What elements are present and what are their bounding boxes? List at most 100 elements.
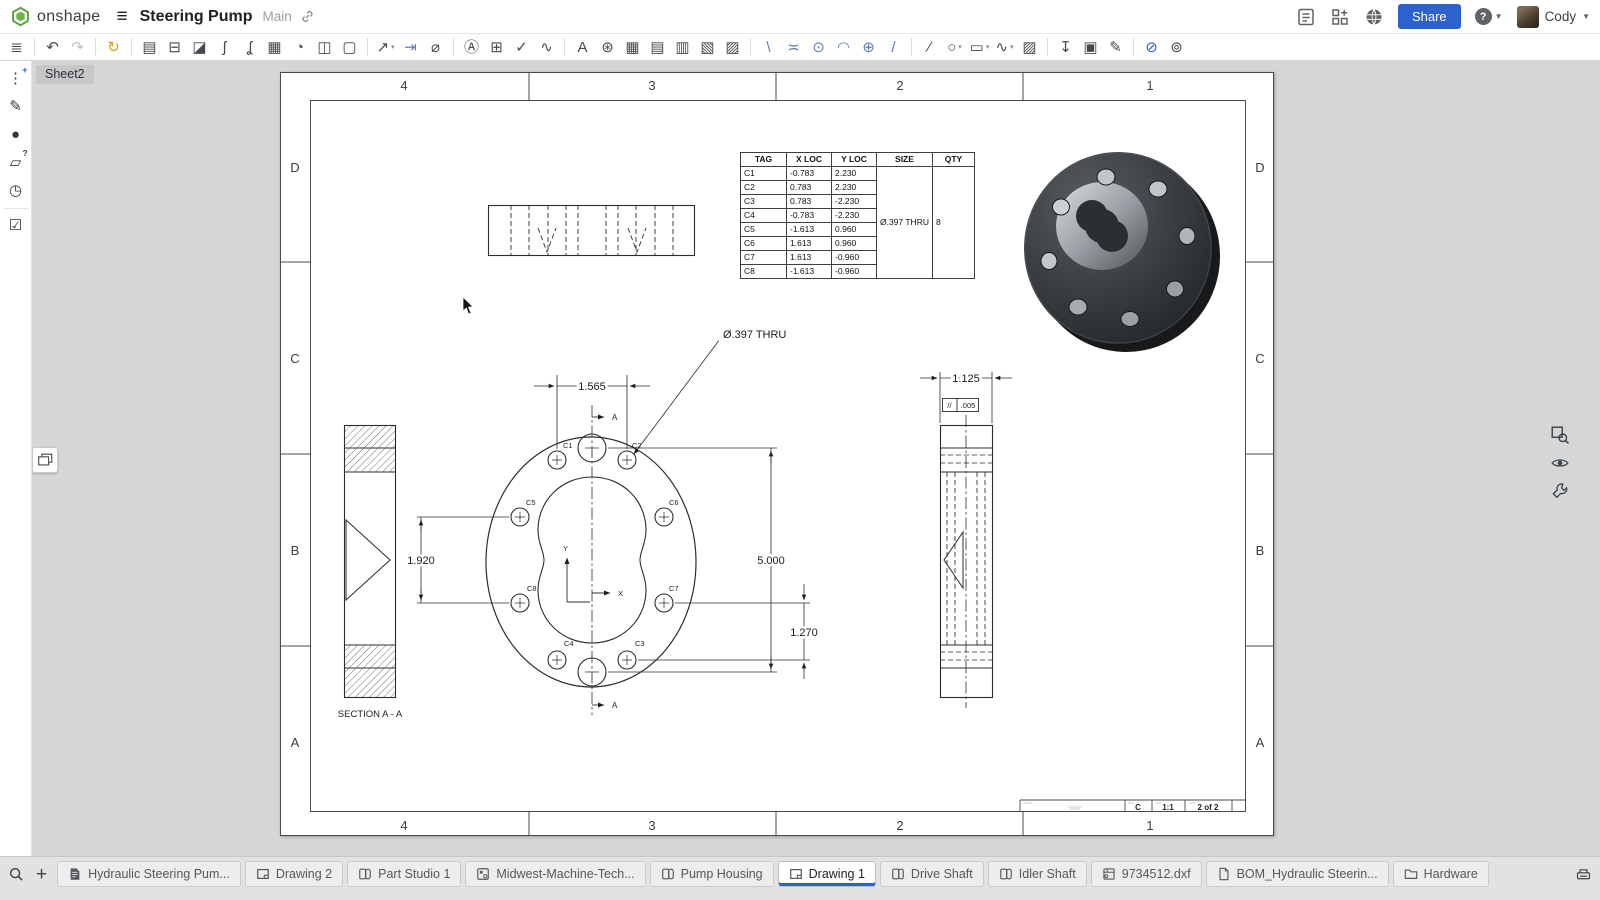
text-icon[interactable]: A (570, 36, 595, 59)
tab-drawing-1[interactable]: Drawing 1 (778, 861, 876, 887)
point-icon[interactable]: \ (756, 36, 781, 59)
sketch-pencil-icon[interactable]: ✎ (1103, 36, 1128, 59)
section-view-icon[interactable]: ʃ (212, 36, 237, 59)
surface-finish-icon[interactable]: ∿ (534, 36, 559, 59)
tab-label: Part Studio 1 (378, 867, 450, 881)
tangent-line-icon[interactable]: / (881, 36, 906, 59)
front-view[interactable]: C1 C2 C3 C4 C5 C6 C7 C8 (486, 405, 696, 715)
construction-lines-icon[interactable]: ≍ (781, 36, 806, 59)
svg-text:C: C (1255, 351, 1264, 366)
circle-icon[interactable]: ○▾ (942, 36, 967, 59)
cut-list-icon[interactable]: ▨ (720, 36, 745, 59)
measure-icon[interactable]: ⊘ (1139, 36, 1164, 59)
tab-midwest-machine-tech[interactable]: Midwest-Machine-Tech... (465, 861, 645, 887)
find-annotation-icon[interactable]: ⊛ (595, 36, 620, 59)
tab-bom-hydraulic-steerin[interactable]: BOM_Hydraulic Steerin... (1206, 861, 1389, 887)
fit-view-icon[interactable] (1550, 425, 1570, 445)
properties-checklist-icon[interactable]: ☑ (3, 212, 29, 238)
top-view[interactable] (489, 205, 695, 256)
tab-drive-shaft[interactable]: Drive Shaft (880, 861, 984, 887)
redo-icon[interactable]: ↷ (65, 36, 90, 59)
drawing-sheet[interactable]: 4 3 2 1 4 3 2 1 D C B A D C B A (280, 72, 1274, 836)
comments-icon[interactable]: ● (3, 121, 29, 147)
svg-text:A: A (612, 413, 618, 422)
sheets-panel-icon[interactable]: ≣ (4, 36, 29, 59)
tab-drawing-2[interactable]: Drawing 2 (245, 861, 343, 887)
hole-table[interactable]: TAGX LOCY LOCSIZEQTYC1-0.7832.230Ø.397 T… (740, 152, 975, 279)
insert-image-icon[interactable]: ▣ (1078, 36, 1103, 59)
update-sync-icon[interactable]: ↻ (101, 36, 126, 59)
spline-icon[interactable]: ∿▾ (992, 36, 1017, 59)
hole-table-tool-icon[interactable]: ▥ (670, 36, 695, 59)
history-icon[interactable]: ◷ (3, 177, 29, 203)
undo-icon[interactable]: ↶ (40, 36, 65, 59)
workspace-name[interactable]: Main (263, 9, 292, 24)
svg-text:Y: Y (563, 544, 568, 553)
callout-icon[interactable]: ⊞ (484, 36, 509, 59)
share-link-icon[interactable] (300, 9, 315, 24)
diameter-dimension-icon[interactable]: ⌀ (423, 36, 448, 59)
title-block[interactable]: C 1:1 2 of 2 (1020, 800, 1246, 812)
centerline-point-icon[interactable]: ⊕ (856, 36, 881, 59)
folder-icon (1404, 867, 1418, 881)
centerline-arc-icon[interactable]: ◠ (831, 36, 856, 59)
community-globe-icon[interactable] (1364, 7, 1384, 27)
hatch-icon[interactable]: ▨ (1017, 36, 1042, 59)
tab-hydraulic-steering-pum[interactable]: Hydraulic Steering Pum... (57, 861, 241, 887)
iso-3d-view[interactable] (1024, 152, 1220, 352)
detail-view-icon[interactable]: ʆ (237, 36, 262, 59)
tools-icon[interactable] (1550, 481, 1570, 501)
left-section-view[interactable]: SECTION A - A (338, 426, 403, 721)
hole-table-cell: -2.230 (832, 195, 877, 209)
tab-hardware[interactable]: Hardware (1393, 861, 1489, 887)
hole-table-cell: C2 (741, 181, 787, 195)
bend-table-icon[interactable]: ▧ (695, 36, 720, 59)
main-menu-icon[interactable]: ≡ (117, 7, 128, 26)
bom-table-icon[interactable]: ▤ (645, 36, 670, 59)
visibility-icon[interactable] (1550, 453, 1570, 473)
search-tabs-icon[interactable] (8, 866, 24, 882)
onshape-logo[interactable]: onshape (10, 6, 101, 27)
dimension-icon[interactable]: ↗▾ (373, 36, 398, 59)
note-icon[interactable]: Ⓐ (459, 36, 484, 59)
center-mark-icon[interactable]: ⊙ (806, 36, 831, 59)
iso-view-icon[interactable]: ◔ (287, 36, 312, 59)
learning-center-icon[interactable]: ▱? (3, 149, 29, 175)
measure-edit-icon[interactable]: ⊚ (1164, 36, 1189, 59)
page-icon (1217, 867, 1231, 881)
svg-text:A: A (291, 735, 300, 750)
sheets-stack-icon[interactable] (32, 447, 58, 473)
auxiliary-view-icon[interactable]: ◪ (187, 36, 212, 59)
share-button[interactable]: Share (1398, 4, 1461, 29)
toolbar-divider (911, 38, 912, 56)
help-menu[interactable]: ? ▼ (1475, 8, 1503, 25)
drawing-canvas[interactable]: Sheet2 (32, 61, 1600, 856)
apps-store-icon[interactable] (1330, 7, 1350, 27)
help-icon: ? (1475, 8, 1492, 25)
tab-manager-icon[interactable] (1575, 866, 1592, 883)
tasks-icon[interactable] (1296, 7, 1316, 27)
sheet-tab[interactable]: Sheet2 (36, 65, 94, 84)
tab-9734512-dxf[interactable]: 9734512.dxf (1091, 861, 1202, 887)
right-side-view[interactable]: // .005 (940, 399, 993, 709)
break-view-icon[interactable]: ◫ (312, 36, 337, 59)
table-icon[interactable]: ▦ (620, 36, 645, 59)
tab-part-studio-1[interactable]: Part Studio 1 (347, 861, 461, 887)
svg-text:2 of 2: 2 of 2 (1198, 803, 1219, 812)
insert-item-icon[interactable]: ⋮+ (3, 65, 29, 91)
broken-view-icon[interactable]: ▦ (262, 36, 287, 59)
line-icon[interactable]: ∕ (917, 36, 942, 59)
user-menu[interactable]: Cody ▼ (1517, 6, 1590, 28)
rectangle-icon[interactable]: ▭▾ (967, 36, 992, 59)
insert-view-icon[interactable]: ▤ (137, 36, 162, 59)
projected-view-icon[interactable]: ⊟ (162, 36, 187, 59)
svg-text:C8: C8 (527, 584, 537, 593)
tab-idler-shaft[interactable]: Idler Shaft (988, 861, 1087, 887)
tab-pump-housing[interactable]: Pump Housing (650, 861, 774, 887)
markup-icon[interactable]: ✎ (3, 93, 29, 119)
checked-dimension-icon[interactable]: ✓ (509, 36, 534, 59)
export-dxf-icon[interactable]: ↧ (1053, 36, 1078, 59)
ordinate-dimension-icon[interactable]: ⇥ (398, 36, 423, 59)
crop-view-icon[interactable]: ▢ (337, 36, 362, 59)
add-tab-icon[interactable]: + (36, 865, 47, 884)
